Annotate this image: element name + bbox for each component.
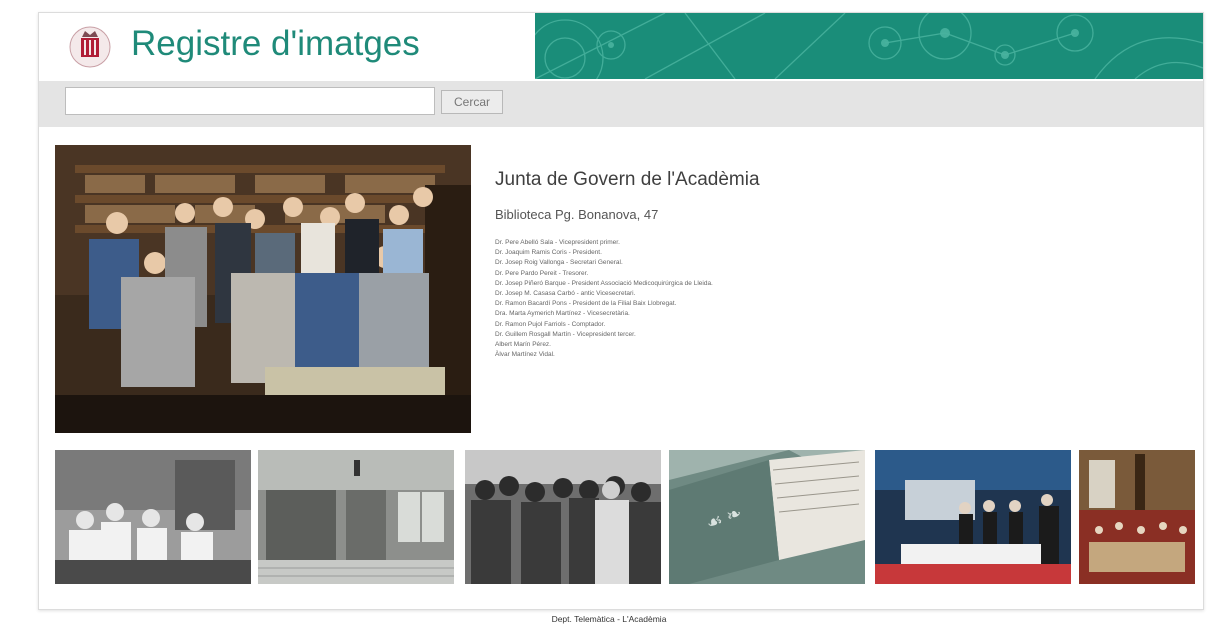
name-item: Dr. Josep Roig Vallonga - Secretari Gene…	[495, 259, 623, 267]
name-item: Dr. Josep M. Casasa Carbó - antic Vicese…	[495, 290, 636, 298]
thumbnail-strip: ☙ ❧	[55, 450, 1195, 586]
thumbnail-assembly-hall[interactable]	[1079, 450, 1195, 584]
header: Registre d'imatges	[39, 13, 1203, 79]
logo-area: Registre d'imatges	[39, 13, 535, 79]
page-title: Registre d'imatges	[131, 24, 420, 63]
thumbnail-ceremony[interactable]	[875, 450, 1071, 584]
footer: Dept. Telemàtica - L'Acadèmia	[551, 614, 667, 624]
academy-crest-icon[interactable]	[67, 23, 113, 69]
name-item: Dr. Ramon Bacardí Pons - President de la…	[495, 300, 677, 308]
name-item: Àlvar Martínez Vidal.	[495, 351, 555, 359]
thumbnail-library-room[interactable]	[258, 450, 454, 584]
thumbnail-historic-lab[interactable]	[55, 450, 251, 584]
name-item: Dr. Pere Pardo Pereit - Tresorer.	[495, 269, 589, 277]
thumbnail-crowd[interactable]	[465, 450, 661, 584]
molecule-pattern-icon	[535, 13, 1203, 79]
header-banner	[535, 13, 1203, 79]
search-button[interactable]: Cercar	[441, 90, 503, 114]
detail-title: Junta de Govern de l'Acadèmia	[495, 169, 760, 190]
name-item: Albert Marín Pérez.	[495, 341, 551, 349]
search-input[interactable]	[65, 87, 435, 115]
page-frame: Registre d'imatges Cercar Junta de Gover…	[38, 12, 1204, 610]
name-item: Dr. Ramon Pujol Farriols - Comptador.	[495, 320, 606, 328]
image-detail: Junta de Govern de l'Acadèmia Biblioteca…	[495, 169, 1175, 360]
main-photo[interactable]	[55, 145, 471, 433]
thumbnail-open-book[interactable]: ☙ ❧	[669, 450, 865, 584]
name-item: Dr. Josep Piñeró Barque - President Asso…	[495, 279, 713, 287]
name-item: Dra. Marta Aymerich Martínez - Vicesecre…	[495, 310, 630, 318]
detail-location: Biblioteca Pg. Bonanova, 47	[495, 207, 659, 222]
names-list: Dr. Pere Abelló Sala - Vicepresident pri…	[495, 238, 1175, 360]
name-item: Dr. Guillem Rosgall Martín - Vicepreside…	[495, 330, 636, 338]
name-item: Dr. Joaquim Ramis Coris - President.	[495, 249, 602, 257]
search-bar: Cercar	[39, 81, 1203, 127]
name-item: Dr. Pere Abelló Sala - Vicepresident pri…	[495, 239, 620, 246]
